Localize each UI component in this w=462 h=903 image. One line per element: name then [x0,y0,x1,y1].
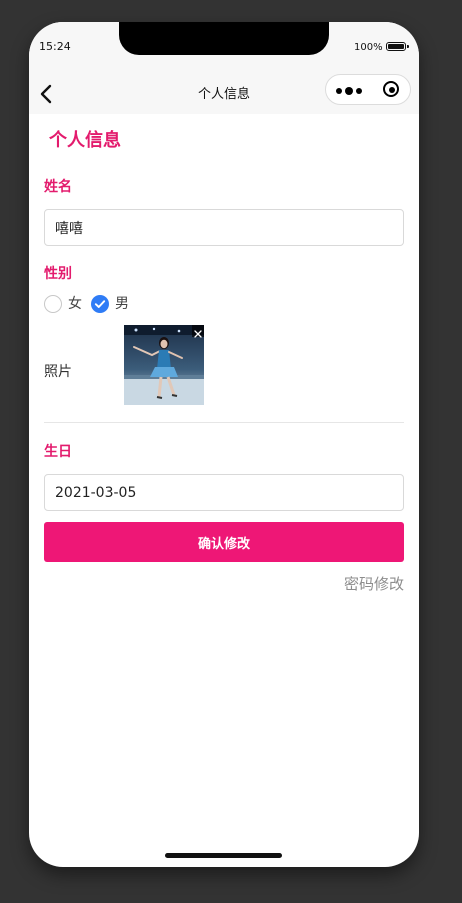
status-time: 15:24 [39,40,71,53]
photo-label: 照片 [44,364,72,380]
confirm-button[interactable]: 确认修改 [44,522,404,562]
top-bar: 15:24 100% 个人信息 [29,22,419,114]
home-indicator [165,853,282,858]
phone-screen: 15:24 100% 个人信息 个人信息 姓名 性别 女 [29,22,419,867]
close-icon [194,330,202,338]
more-dots-icon [336,88,342,94]
more-dots-icon [345,87,353,95]
checkmark-icon [94,300,106,308]
gender-female-radio[interactable] [44,295,62,313]
birthday-input[interactable] [44,474,404,511]
mini-program-capsule [325,74,411,105]
close-mini-program-button[interactable] [376,75,406,104]
divider [44,422,404,423]
gender-label: 性别 [44,266,72,282]
name-label: 姓名 [44,179,72,195]
change-password-link[interactable]: 密码修改 [344,573,404,594]
name-input[interactable] [44,209,404,246]
gender-male-label[interactable]: 男 [115,295,129,313]
remove-photo-button[interactable] [192,325,204,338]
notch [119,22,329,55]
battery-percent: 100% [354,42,383,53]
page-title: 个人信息 [49,130,121,151]
battery-icon [386,42,409,51]
more-button[interactable] [333,75,373,104]
gender-male-radio[interactable] [91,295,109,313]
birthday-label: 生日 [44,444,72,460]
more-dots-icon [356,88,362,94]
gender-female-label[interactable]: 女 [68,295,82,313]
